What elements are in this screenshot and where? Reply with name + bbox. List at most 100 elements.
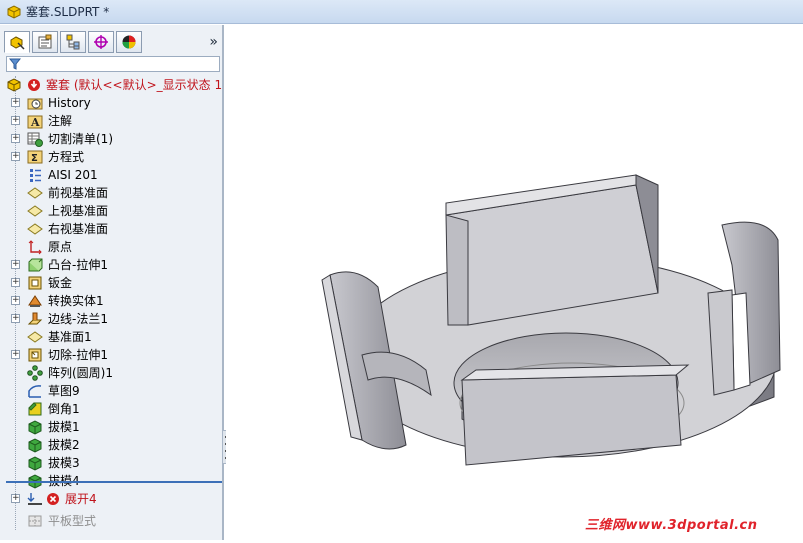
tree-item-history[interactable]: + History: [0, 94, 222, 112]
tree-item-origin[interactable]: 原点: [0, 238, 222, 256]
tree-item-label: 草图9: [48, 384, 80, 398]
tree-item-label: 展开4: [65, 492, 97, 506]
watermark-text: 三维网www.3dportal.cn: [585, 518, 758, 533]
tree-item-plane1[interactable]: 基准面1: [0, 328, 222, 346]
annotations-icon: A: [27, 115, 43, 129]
tab-display-manager[interactable]: [116, 31, 142, 53]
expand-toggle[interactable]: +: [11, 494, 20, 503]
tree-item-equations[interactable]: + Σ 方程式: [0, 148, 222, 166]
tree-item-cut-list[interactable]: + 切割清单(1): [0, 130, 222, 148]
tab-configuration-manager[interactable]: [60, 31, 86, 53]
origin-icon: [28, 240, 42, 255]
draft-icon: [28, 420, 42, 435]
filter-icon: [9, 58, 21, 70]
tree-item-label: 注解: [48, 114, 73, 128]
tree-item-label: 前视基准面: [48, 186, 109, 200]
material-icon: [30, 169, 41, 182]
tree-item-sketch9[interactable]: 草图9: [0, 382, 222, 400]
expand-toggle[interactable]: +: [11, 350, 20, 359]
tree-item-label: 拔模1: [48, 420, 80, 434]
tree-item-chamfer[interactable]: 倒角1: [0, 400, 222, 418]
tree-item-unfold4[interactable]: + 展开4: [0, 490, 222, 508]
convert-solid-icon: [28, 295, 42, 307]
window-title: 塞套.SLDPRT *: [26, 5, 110, 19]
tree-item-draft2[interactable]: 拔模2: [0, 436, 222, 454]
tree-item-label: 凸台-拉伸1: [48, 258, 108, 272]
tree-root-label: 塞套 (默认<<默认>_显示状态 1: [46, 78, 223, 92]
unfold-icon: [27, 493, 42, 505]
configuration-manager-icon: [66, 34, 80, 50]
feature-tree: 塞套 (默认<<默认>_显示状态 1 + History + A 注解 + 切割…: [0, 76, 222, 530]
expand-toggle[interactable]: +: [11, 98, 20, 107]
tree-item-cut-extrude[interactable]: + 切除-拉伸1: [0, 346, 222, 364]
tree-filter-bar[interactable]: [6, 56, 220, 72]
part-icon: [7, 78, 21, 92]
dimxpert-icon: [94, 35, 108, 49]
tree-item-label: History: [48, 96, 91, 110]
rebuild-error-icon: [28, 79, 40, 91]
tree-item-label: 倒角1: [48, 402, 80, 416]
tree-item-label: 切除-拉伸1: [48, 348, 108, 362]
tree-item-label: 上视基准面: [48, 204, 109, 218]
svg-text:Σ: Σ: [31, 153, 38, 164]
expand-toggle[interactable]: +: [11, 296, 20, 305]
plane-icon: [27, 223, 43, 235]
tree-item-right-plane[interactable]: 右视基准面: [0, 220, 222, 238]
tree-item-top-plane[interactable]: 上视基准面: [0, 202, 222, 220]
flat-pattern-icon: [28, 515, 42, 527]
circular-pattern-icon: [27, 365, 43, 381]
part-document-icon: [7, 4, 21, 19]
tree-item-label: AISI 201: [48, 168, 98, 182]
edge-flange-icon: [27, 312, 43, 325]
tree-item-draft3[interactable]: 拔模3: [0, 454, 222, 472]
tree-item-label: 钣金: [48, 276, 73, 290]
tree-item-sheet-metal[interactable]: + 钣金: [0, 274, 222, 292]
equations-icon: Σ: [27, 150, 43, 164]
tree-item-label: 右视基准面: [48, 222, 109, 236]
title-bar: 塞套.SLDPRT *: [0, 0, 803, 24]
tree-item-edge-flange[interactable]: + 边线-法兰1: [0, 310, 222, 328]
tree-item-convert-solid[interactable]: + 转换实体1: [0, 292, 222, 310]
tab-property-manager[interactable]: [32, 31, 58, 53]
tree-item-label: 基准面1: [48, 330, 92, 344]
expand-toggle[interactable]: +: [11, 152, 20, 161]
plane-icon: [27, 187, 43, 199]
manager-tabs: »: [4, 31, 220, 53]
sketch-icon: [28, 385, 42, 398]
sheet-metal-icon: [28, 276, 42, 290]
history-folder-icon: [27, 98, 43, 110]
tree-item-label: 拔模3: [48, 456, 80, 470]
svg-text:A: A: [30, 116, 40, 129]
plane-icon: [27, 331, 43, 343]
tab-dimxpert-manager[interactable]: [88, 31, 114, 53]
expand-toggle[interactable]: +: [11, 278, 20, 287]
graphics-viewport[interactable]: [226, 25, 803, 540]
tree-item-material[interactable]: AISI 201: [0, 166, 222, 184]
tree-root-part[interactable]: 塞套 (默认<<默认>_显示状态 1: [0, 76, 222, 94]
tree-item-label: 方程式: [48, 150, 85, 164]
tree-item-front-plane[interactable]: 前视基准面: [0, 184, 222, 202]
draft-icon: [28, 456, 42, 471]
tree-item-draft1[interactable]: 拔模1: [0, 418, 222, 436]
chamfer-icon: [28, 402, 42, 416]
tab-feature-manager[interactable]: [4, 31, 30, 53]
tree-item-label: 阵列(圆周)1: [48, 366, 113, 380]
expand-toggle[interactable]: +: [11, 134, 20, 143]
expand-toggle[interactable]: +: [11, 260, 20, 269]
feature-manager-panel: » 塞套 (默认<<默认>_显示状态 1 + History + A 注解 + …: [0, 25, 224, 540]
rollback-bar[interactable]: [6, 481, 222, 483]
property-manager-icon: [38, 34, 52, 49]
draft-icon: [28, 438, 42, 453]
tree-item-annotations[interactable]: + A 注解: [0, 112, 222, 130]
more-tabs-button[interactable]: »: [209, 34, 218, 50]
expand-toggle[interactable]: +: [11, 314, 20, 323]
tree-item-label: 转换实体1: [48, 294, 104, 308]
tree-item-label: 切割清单(1): [48, 132, 113, 146]
tree-item-circular-pattern[interactable]: 阵列(圆周)1: [0, 364, 222, 382]
tree-item-flat-pattern[interactable]: 平板型式: [0, 512, 222, 530]
display-manager-icon: [122, 35, 136, 49]
tree-item-boss-extrude[interactable]: + 凸台-拉伸1: [0, 256, 222, 274]
boss-extrude-icon: [28, 258, 43, 272]
expand-toggle[interactable]: +: [11, 116, 20, 125]
cut-extrude-icon: [28, 348, 42, 362]
